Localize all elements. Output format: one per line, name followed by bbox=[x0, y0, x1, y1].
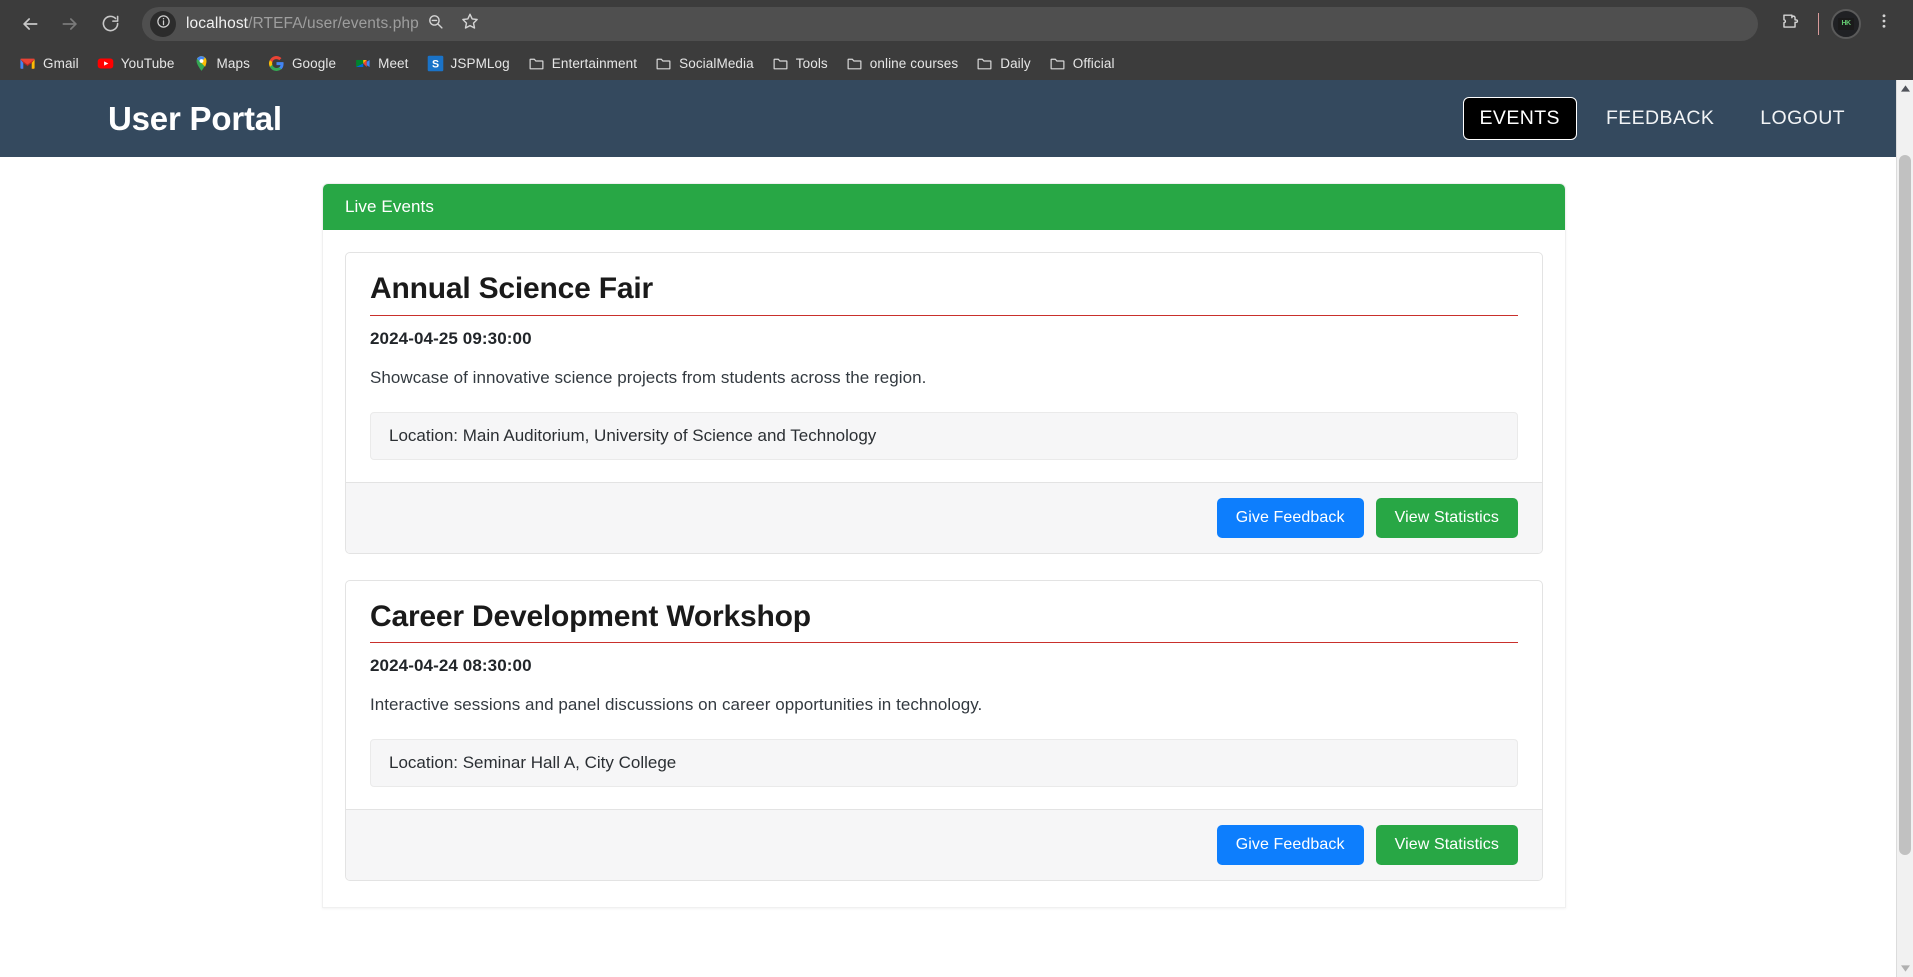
bookmark-label: Meet bbox=[378, 56, 409, 71]
bookmark-label: Official bbox=[1072, 56, 1115, 71]
bookmarks-bar: Gmail YouTube Maps Google Meet S JSPMLog… bbox=[0, 47, 1913, 80]
event-description: Interactive sessions and panel discussio… bbox=[370, 695, 983, 714]
page-viewport: User Portal EVENTS FEEDBACK LOGOUT Live … bbox=[0, 80, 1913, 977]
omnibox-actions bbox=[419, 7, 487, 41]
event-card-footer: Give Feedback View Statistics bbox=[346, 481, 1542, 553]
event-description: Showcase of innovative science projects … bbox=[370, 367, 927, 387]
view-statistics-button[interactable]: View Statistics bbox=[1375, 497, 1518, 538]
chrome-menu-button[interactable] bbox=[1865, 5, 1903, 43]
gmail-icon bbox=[20, 58, 35, 69]
event-title: Career Development Workshop bbox=[370, 600, 1518, 643]
bookmark-label: Google bbox=[291, 56, 337, 71]
nav-link-feedback[interactable]: FEEDBACK bbox=[1589, 97, 1731, 140]
bookmark-label: SocialMedia bbox=[679, 56, 754, 71]
jspmlog-s-icon: S bbox=[427, 55, 443, 72]
google-g-icon bbox=[268, 56, 284, 71]
event-card-body: Career Development Workshop 2024-04-24 0… bbox=[346, 581, 1542, 810]
bookmark-label: Maps bbox=[216, 56, 250, 71]
bookmark-maps[interactable]: Maps bbox=[184, 51, 259, 77]
event-card: Annual Science Fair 2024-04-25 09:30:00 … bbox=[345, 252, 1543, 554]
folder-icon bbox=[656, 58, 671, 70]
info-circle-icon bbox=[156, 14, 171, 34]
event-card-footer: Give Feedback View Statistics bbox=[346, 809, 1542, 880]
bookmark-label: Daily bbox=[1000, 56, 1031, 71]
bookmark-label: online courses bbox=[869, 56, 959, 71]
event-date: 2024-04-25 09:30:00 bbox=[370, 328, 532, 348]
events-list: Annual Science Fair 2024-04-25 09:30:00 … bbox=[323, 230, 1565, 907]
event-location: Location: Seminar Hall A, City College bbox=[370, 739, 1518, 787]
folder-icon bbox=[529, 58, 544, 70]
youtube-icon bbox=[97, 58, 114, 69]
give-feedback-button[interactable]: Give Feedback bbox=[1216, 825, 1364, 865]
url-path: /RTEFA/user/events.php bbox=[248, 14, 419, 32]
folder-icon bbox=[1050, 58, 1065, 70]
folder-icon bbox=[977, 58, 992, 70]
bookmark-socialmedia[interactable]: SocialMedia bbox=[646, 51, 763, 77]
bookmark-entertainment[interactable]: Entertainment bbox=[519, 51, 646, 77]
bookmark-daily[interactable]: Daily bbox=[967, 51, 1040, 77]
zoom-button[interactable] bbox=[419, 7, 453, 41]
event-date: 2024-04-24 08:30:00 bbox=[370, 656, 532, 675]
back-arrow-icon bbox=[20, 14, 40, 34]
bookmark-google[interactable]: Google bbox=[259, 51, 345, 77]
meet-icon bbox=[356, 59, 370, 68]
site-navbar: User Portal EVENTS FEEDBACK LOGOUT bbox=[0, 80, 1896, 157]
event-title: Annual Science Fair bbox=[370, 272, 1518, 316]
page-scrollbar[interactable] bbox=[1896, 80, 1913, 977]
bookmark-label: YouTube bbox=[120, 56, 175, 71]
svg-text:S: S bbox=[431, 58, 438, 70]
scroll-down-arrow-icon[interactable] bbox=[1897, 960, 1913, 977]
bookmark-gmail[interactable]: Gmail bbox=[10, 51, 88, 77]
folder-icon bbox=[773, 58, 788, 70]
bookmark-label: Gmail bbox=[43, 56, 79, 71]
bookmark-official[interactable]: Official bbox=[1040, 51, 1124, 77]
browser-chrome: localhost/RTEFA/user/events.php HK Gmail… bbox=[0, 0, 1913, 80]
page-content: User Portal EVENTS FEEDBACK LOGOUT Live … bbox=[0, 80, 1896, 977]
scroll-up-arrow-icon[interactable] bbox=[1897, 80, 1913, 97]
extensions-button[interactable] bbox=[1770, 5, 1808, 43]
panel-header: Live Events bbox=[323, 184, 1565, 230]
back-button[interactable] bbox=[10, 4, 50, 44]
bookmark-youtube[interactable]: YouTube bbox=[88, 51, 184, 77]
navbar-links: EVENTS FEEDBACK LOGOUT bbox=[1462, 97, 1862, 140]
profile-button[interactable]: HK bbox=[1831, 8, 1861, 39]
bookmark-tools[interactable]: Tools bbox=[763, 51, 837, 77]
nav-link-logout[interactable]: LOGOUT bbox=[1743, 97, 1862, 140]
bookmark-button[interactable] bbox=[453, 7, 487, 41]
extensions-puzzle-icon bbox=[1780, 12, 1799, 36]
url-host: localhost bbox=[186, 14, 249, 32]
bookmark-online-courses[interactable]: online courses bbox=[837, 51, 967, 77]
url-text: localhost/RTEFA/user/events.php bbox=[186, 15, 419, 33]
site-info-button[interactable] bbox=[150, 10, 176, 37]
forward-button[interactable] bbox=[50, 4, 90, 44]
star-icon bbox=[461, 12, 479, 35]
event-location: Location: Main Auditorium, University of… bbox=[370, 411, 1518, 460]
bookmark-label: Tools bbox=[795, 56, 828, 71]
search-zoom-icon bbox=[427, 13, 444, 35]
view-statistics-button[interactable]: View Statistics bbox=[1375, 825, 1518, 865]
bookmark-jspmlog[interactable]: S JSPMLog bbox=[418, 51, 519, 77]
reload-icon bbox=[101, 14, 120, 33]
address-bar[interactable]: localhost/RTEFA/user/events.php bbox=[142, 6, 1758, 41]
bookmark-label: JSPMLog bbox=[450, 56, 510, 71]
three-dot-menu-icon bbox=[1875, 12, 1893, 35]
bookmark-label: Entertainment bbox=[551, 56, 638, 71]
content-area: Live Events Annual Science Fair 2024-04-… bbox=[0, 157, 1896, 908]
live-events-panel: Live Events Annual Science Fair 2024-04-… bbox=[322, 183, 1566, 908]
event-card-body: Annual Science Fair 2024-04-25 09:30:00 … bbox=[346, 253, 1542, 482]
profile-avatar-icon: HK bbox=[1838, 17, 1854, 30]
browser-toolbar: localhost/RTEFA/user/events.php HK bbox=[0, 0, 1913, 47]
event-card: Career Development Workshop 2024-04-24 0… bbox=[345, 579, 1543, 881]
toolbar-divider bbox=[1818, 12, 1819, 35]
nav-link-events[interactable]: EVENTS bbox=[1462, 97, 1577, 140]
scrollbar-thumb[interactable] bbox=[1899, 155, 1911, 855]
bookmark-meet[interactable]: Meet bbox=[345, 51, 417, 77]
folder-icon bbox=[847, 58, 862, 70]
reload-button[interactable] bbox=[90, 4, 130, 44]
page-title: User Portal bbox=[108, 99, 282, 137]
forward-arrow-icon bbox=[60, 14, 80, 34]
maps-pin-icon bbox=[196, 56, 206, 71]
give-feedback-button[interactable]: Give Feedback bbox=[1216, 497, 1364, 538]
